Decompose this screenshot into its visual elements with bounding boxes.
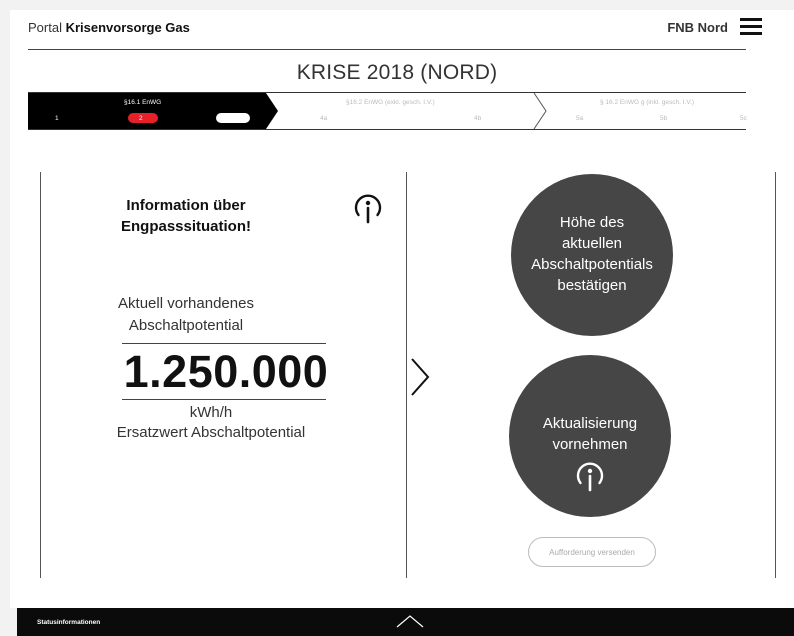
touch-tap-icon[interactable]: [352, 193, 384, 225]
portal-prefix: Portal: [28, 20, 62, 35]
progress-step-5b[interactable]: 5b: [660, 115, 667, 122]
info-heading-line1: Information über: [126, 197, 246, 214]
process-progress-bar: §16.1 EnWG 1 2 §16.2 EnWG (exkl. gesch. …: [28, 92, 747, 130]
hamburger-menu-icon[interactable]: [740, 18, 762, 36]
send-request-button[interactable]: Aufforderung versenden: [528, 537, 656, 567]
progress-group-label-1: §16.1 EnWG: [124, 99, 162, 106]
progress-separator: [533, 93, 547, 129]
info-heading: Information über Engpasssituation!: [86, 195, 286, 237]
value-divider-bottom: [122, 399, 326, 400]
progress-group-label-3: § 16.2 EnWG g (inkl. gesch. I.V.): [600, 99, 695, 106]
update-label-line1: Aktualisierung: [542, 415, 638, 432]
progress-next-step-pill: [216, 113, 250, 123]
potential-label-line2: Abschaltpotential: [128, 317, 244, 334]
confirm-potential-label: Höhe des aktuellen Abschaltpotentials be…: [511, 212, 673, 296]
info-heading-line2: Engpasssituation!: [120, 218, 251, 235]
chevron-up-icon[interactable]: [395, 614, 425, 628]
potential-unit-block: kWh/h Ersatzwert Abschaltpotential: [86, 403, 336, 443]
status-footer: Statusinformationen: [17, 608, 794, 636]
organization-name: FNB Nord: [667, 20, 728, 35]
progress-step-5c[interactable]: 5c: [740, 115, 747, 122]
confirm-label-line2: aktuellen: [561, 235, 623, 252]
panel-divider: [406, 172, 407, 578]
progress-step-1[interactable]: 1: [55, 115, 59, 122]
potential-label-line1: Aktuell vorhandenes: [118, 295, 254, 312]
confirm-label-line1: Höhe des: [559, 214, 625, 231]
value-divider-top: [122, 343, 326, 344]
progress-step-4b[interactable]: 4b: [474, 115, 481, 122]
update-label: Aktualisierung vornehmen: [509, 413, 671, 499]
progress-group-label-2: §16.2 EnWG (exkl. gesch. I.V.): [346, 99, 435, 106]
panel-border-right: [775, 172, 776, 578]
update-button[interactable]: Aktualisierung vornehmen: [509, 355, 671, 517]
touch-tap-icon: [576, 462, 604, 492]
potential-label: Aktuell vorhandenes Abschaltpotential: [86, 293, 286, 337]
progress-current-step-pill: [128, 113, 158, 123]
replacement-value-label: Ersatzwert Abschaltpotential: [116, 424, 306, 441]
confirm-label-line4: bestätigen: [557, 277, 627, 294]
progress-step-2[interactable]: 2: [139, 115, 143, 122]
progress-step-5a[interactable]: 5a: [576, 115, 583, 122]
confirm-potential-button[interactable]: Höhe des aktuellen Abschaltpotentials be…: [511, 174, 673, 336]
progress-step-4a[interactable]: 4a: [320, 115, 327, 122]
status-info-label[interactable]: Statusinformationen: [37, 619, 100, 626]
top-bar: Portal Krisenvorsorge Gas FNB Nord: [28, 18, 774, 42]
portal-brand: Portal Krisenvorsorge Gas: [28, 20, 190, 35]
update-label-line2: vornehmen: [552, 436, 628, 453]
potential-unit: kWh/h: [189, 404, 233, 421]
page-title: KRISE 2018 (NORD): [296, 61, 498, 84]
confirm-label-line3: Abschaltpotentials: [531, 256, 653, 273]
panel-border-left: [40, 172, 41, 578]
chevron-right-icon[interactable]: [408, 356, 432, 398]
portal-name: Krisenvorsorge Gas: [65, 20, 190, 35]
potential-value: 1.250.000: [123, 346, 329, 397]
header-divider: [28, 49, 746, 50]
